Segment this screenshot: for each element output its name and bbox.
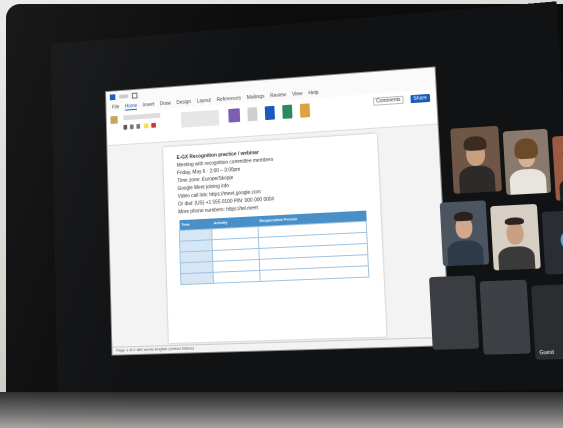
autosave-toggle[interactable] (119, 94, 128, 98)
document-page: E-GX Recognition practice / webinar Meeti… (163, 134, 386, 344)
document-body: E-GX Recognition practice / webinar Meeti… (176, 142, 366, 216)
font-color-icon[interactable] (151, 123, 156, 128)
tab-home[interactable]: Home (125, 103, 137, 111)
tab-file[interactable]: File (112, 104, 120, 110)
paragraph-icon[interactable] (181, 110, 219, 128)
editing-icon[interactable] (247, 107, 257, 121)
participant-tile-no-video[interactable]: Guest (531, 284, 563, 360)
participant-tile[interactable] (552, 134, 563, 201)
bold-icon[interactable] (123, 125, 127, 130)
italic-icon[interactable] (130, 124, 134, 129)
paste-icon[interactable] (110, 116, 118, 124)
tab-mailings[interactable]: Mailings (247, 94, 265, 101)
editor-icon[interactable] (282, 105, 292, 119)
designer-icon[interactable] (300, 103, 310, 117)
styles-icon[interactable] (228, 108, 240, 122)
tab-view[interactable]: View (292, 91, 303, 98)
tab-insert[interactable]: Insert (143, 102, 155, 109)
save-icon[interactable] (132, 93, 138, 99)
tab-help[interactable]: Help (308, 90, 318, 97)
participant-tile[interactable] (490, 204, 541, 271)
underline-icon[interactable] (136, 124, 140, 129)
participant-tile-no-video[interactable] (480, 280, 531, 355)
word-app-icon (110, 94, 116, 100)
comments-button[interactable]: Comments (373, 96, 404, 106)
highlight-icon[interactable] (144, 123, 149, 128)
laptop-screen: File Home Insert Draw Design Layout References… (51, 1, 563, 399)
participant-tile[interactable] (542, 210, 563, 275)
font-icon[interactable] (123, 113, 160, 120)
participant-tile[interactable] (450, 126, 502, 194)
participant-tile-no-video[interactable] (429, 275, 479, 349)
participant-name-label: Guest (539, 350, 554, 357)
tab-draw[interactable]: Draw (160, 101, 171, 108)
laptop-hinge (0, 392, 563, 428)
word-window: File Home Insert Draw Design Layout References… (106, 67, 449, 354)
share-button[interactable]: Share (410, 94, 430, 103)
participant-tile[interactable] (440, 200, 490, 266)
tab-layout[interactable]: Layout (197, 98, 211, 105)
tab-references[interactable]: References (217, 96, 242, 104)
dictate-icon[interactable] (265, 106, 275, 120)
participant-tile[interactable] (503, 129, 552, 195)
tab-review[interactable]: Review (270, 92, 286, 99)
agenda-table: Time Activity Responsible Person (178, 211, 369, 286)
tab-design[interactable]: Design (176, 99, 191, 106)
